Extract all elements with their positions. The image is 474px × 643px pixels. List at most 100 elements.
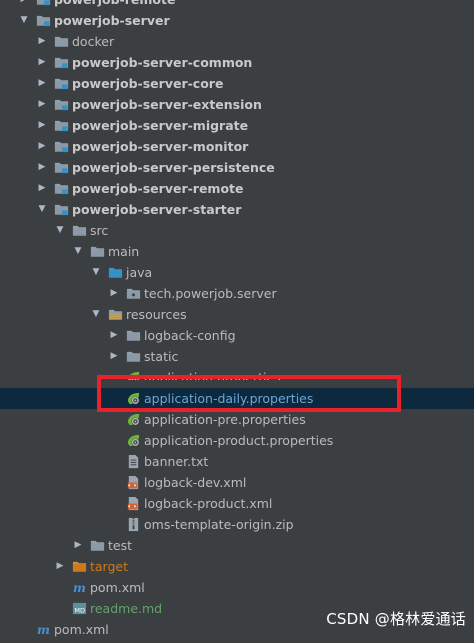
expanded-arrow-icon[interactable]: ▼ — [54, 220, 66, 241]
collapsed-arrow-icon[interactable]: ▶ — [36, 157, 48, 178]
tree-item-label: powerjob-server-starter — [72, 202, 242, 217]
tree-item[interactable]: ▼ resources — [0, 304, 474, 325]
tree-item-label: logback-dev.xml — [144, 475, 247, 490]
folder-icon — [90, 244, 105, 259]
collapsed-arrow-icon[interactable]: ▶ — [36, 115, 48, 136]
tree-item[interactable]: ▼ java — [0, 262, 474, 283]
tree-item[interactable]: application-product.properties — [0, 430, 474, 451]
xml-file-icon — [126, 496, 141, 511]
expanded-arrow-icon[interactable]: ▼ — [36, 199, 48, 220]
module-folder-icon — [36, 0, 51, 7]
module-folder-icon — [54, 55, 69, 70]
collapsed-arrow-icon[interactable]: ▶ — [72, 535, 84, 556]
markdown-icon: MD — [72, 601, 87, 616]
tree-item[interactable]: ▶ test — [0, 535, 474, 556]
source-folder-icon — [108, 265, 123, 280]
tree-item[interactable]: ▶ logback-config — [0, 325, 474, 346]
tree-item[interactable]: ▶ powerjob-server-extension — [0, 94, 474, 115]
collapsed-arrow-icon[interactable]: ▶ — [36, 136, 48, 157]
tree-item-label: docker — [72, 34, 115, 49]
tree-item-label: application.properties — [144, 370, 281, 385]
module-folder-icon — [54, 97, 69, 112]
tree-item-label: readme.md — [90, 601, 163, 616]
tree-item-label: target — [90, 559, 129, 574]
tree-item[interactable]: ▼ src — [0, 220, 474, 241]
tree-item-label: tech.powerjob.server — [144, 286, 277, 301]
module-folder-icon — [54, 160, 69, 175]
excluded-folder-icon — [72, 559, 87, 574]
collapsed-arrow-icon[interactable]: ▶ — [54, 556, 66, 577]
expanded-arrow-icon[interactable]: ▼ — [90, 262, 102, 283]
tree-item[interactable]: ▶ powerjob-server-core — [0, 73, 474, 94]
tree-item[interactable]: ▶ powerjob-server-persistence — [0, 157, 474, 178]
resources-folder-icon — [108, 307, 123, 322]
collapsed-arrow-icon[interactable]: ▶ — [108, 325, 120, 346]
tree-item[interactable]: application.properties — [0, 367, 474, 385]
tree-item-label: banner.txt — [144, 454, 209, 469]
spring-properties-icon — [126, 412, 141, 427]
tree-item[interactable]: ▶ powerjob-server-common — [0, 52, 474, 73]
module-folder-icon — [54, 139, 69, 154]
tree-item-label: static — [144, 349, 179, 364]
collapsed-arrow-icon[interactable]: ▶ — [36, 178, 48, 199]
tree-item-label: powerjob-server-extension — [72, 97, 262, 112]
tree-item-label: powerjob-server-monitor — [72, 139, 249, 154]
tree-item-label: java — [126, 265, 153, 280]
text-file-icon — [126, 454, 141, 469]
folder-icon — [126, 349, 141, 364]
tree-item[interactable]: ▶ powerjob-server-migrate — [0, 115, 474, 136]
tree-item-label: logback-product.xml — [144, 496, 273, 511]
tree-item[interactable]: logback-dev.xml — [0, 472, 474, 493]
tree-item[interactable]: ▼ main — [0, 241, 474, 262]
spring-properties-icon — [126, 370, 141, 380]
tree-item[interactable]: banner.txt — [0, 451, 474, 472]
expanded-arrow-icon[interactable]: ▼ — [90, 304, 102, 325]
folder-icon — [126, 328, 141, 343]
spring-properties-icon — [126, 391, 141, 406]
tree-item[interactable]: ▶ target — [0, 556, 474, 577]
expanded-arrow-icon[interactable]: ▼ — [18, 10, 30, 31]
tree-item-label: powerjob-server-migrate — [72, 118, 249, 133]
tree-item[interactable]: ▶ powerjob-server-remote — [0, 178, 474, 199]
collapsed-arrow-icon[interactable]: ▶ — [36, 31, 48, 52]
tree-item[interactable]: m pom.xml — [0, 577, 474, 598]
spring-properties-icon — [126, 433, 141, 448]
module-folder-icon — [54, 202, 69, 217]
watermark: CSDN @格林爱通话 — [326, 610, 466, 628]
collapsed-arrow-icon[interactable]: ▶ — [36, 73, 48, 94]
maven-icon: m — [72, 580, 87, 595]
tree-item[interactable]: ▶ powerjob-remote — [0, 0, 474, 10]
tree-item[interactable]: oms-template-origin.zip — [0, 514, 474, 535]
expanded-arrow-icon[interactable]: ▼ — [72, 241, 84, 262]
maven-icon: m — [36, 622, 51, 637]
svg-text:m: m — [37, 623, 50, 637]
tree-item[interactable]: application-pre.properties — [0, 409, 474, 430]
tree-item[interactable]: ▶ docker — [0, 31, 474, 52]
zip-file-icon — [126, 517, 141, 532]
collapsed-arrow-icon[interactable]: ▶ — [36, 52, 48, 73]
tree-item[interactable]: ▶ powerjob-server-monitor — [0, 136, 474, 157]
collapsed-arrow-icon[interactable]: ▶ — [108, 346, 120, 367]
tree-item-label: test — [108, 538, 133, 553]
tree-item-label: powerjob-server-remote — [72, 181, 244, 196]
tree-item-label: resources — [126, 307, 187, 322]
tree-item[interactable]: ▼ powerjob-server-starter — [0, 199, 474, 220]
tree-item-label: powerjob-server — [54, 13, 170, 28]
module-folder-icon — [54, 118, 69, 133]
folder-icon — [90, 538, 105, 553]
tree-item[interactable]: logback-product.xml — [0, 493, 474, 514]
tree-item-label: src — [90, 223, 109, 238]
tree-item[interactable]: ▼ powerjob-server — [0, 10, 474, 31]
collapsed-arrow-icon[interactable]: ▶ — [108, 283, 120, 304]
tree-item-label: application-product.properties — [144, 433, 334, 448]
tree-item[interactable]: application-daily.properties — [0, 388, 474, 409]
svg-text:m: m — [73, 581, 86, 595]
folder-icon — [54, 34, 69, 49]
svg-text:MD: MD — [74, 606, 85, 614]
folder-icon — [72, 223, 87, 238]
tree-item[interactable]: ▶ tech.powerjob.server — [0, 283, 474, 304]
collapsed-arrow-icon[interactable]: ▶ — [18, 0, 30, 10]
tree-item[interactable]: ▶ static — [0, 346, 474, 367]
collapsed-arrow-icon[interactable]: ▶ — [36, 94, 48, 115]
tree-item-label: application-daily.properties — [144, 391, 314, 406]
